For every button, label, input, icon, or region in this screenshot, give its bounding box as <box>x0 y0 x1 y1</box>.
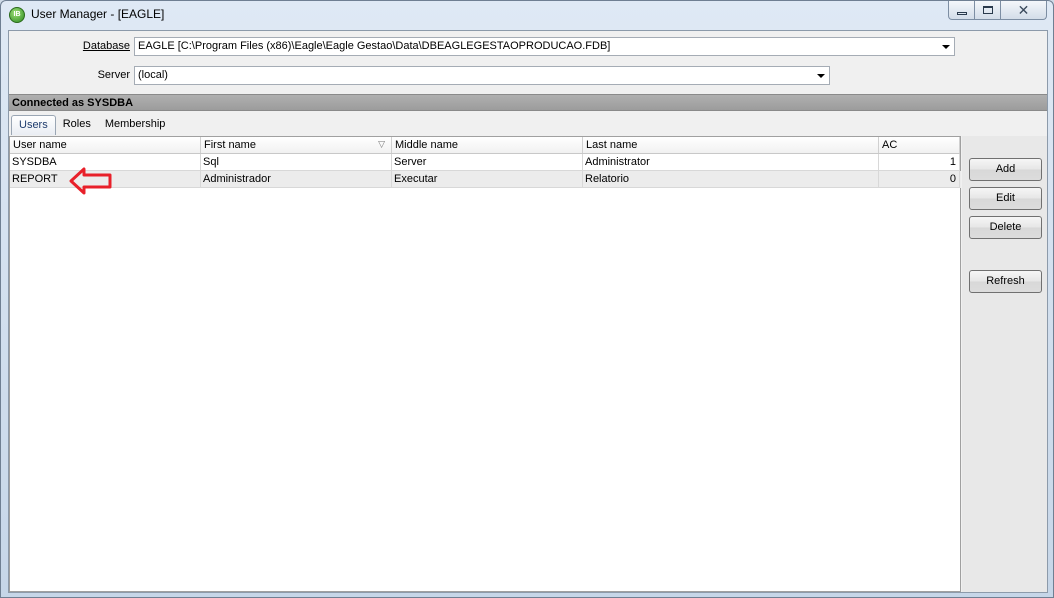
minimize-button[interactable] <box>948 1 975 20</box>
cell-ac: 0 <box>879 171 960 188</box>
cell-first-name: Administrador <box>201 171 392 188</box>
minimize-icon <box>956 11 967 15</box>
cell-first-name: Sql <box>201 154 392 171</box>
database-value: EAGLE [C:\Program Files (x86)\Eagle\Eagl… <box>138 40 611 52</box>
app-icon: IB <box>9 7 25 23</box>
maximize-button[interactable] <box>975 1 1001 20</box>
table-row[interactable]: REPORT Administrador Executar Relatorio … <box>10 171 961 188</box>
grid-header: User name First name ▽ Middle name Last … <box>10 137 960 154</box>
column-header-ac[interactable]: AC <box>879 137 960 153</box>
cell-last-name: Relatorio <box>583 171 879 188</box>
window-title: User Manager - [EAGLE] <box>31 7 165 21</box>
maximize-icon <box>982 6 993 14</box>
add-button[interactable]: Add <box>969 158 1042 181</box>
column-header-first-name-label: First name <box>204 139 256 151</box>
server-label: Server <box>97 69 130 81</box>
delete-button[interactable]: Delete <box>969 216 1042 239</box>
tab-roles[interactable]: Roles <box>56 115 98 135</box>
cell-middle-name: Server <box>392 154 583 171</box>
user-manager-window: IB User Manager - [EAGLE] ✕ Database EAG… <box>0 0 1054 598</box>
tab-strip: Users Roles Membership <box>11 115 172 135</box>
action-panel: Add Edit Delete Refresh <box>962 136 1047 592</box>
sort-icon: ▽ <box>378 139 385 149</box>
cell-ac: 1 <box>879 154 960 171</box>
database-select[interactable]: EAGLE [C:\Program Files (x86)\Eagle\Eagl… <box>134 37 955 56</box>
chevron-down-icon[interactable] <box>938 39 953 54</box>
cell-last-name: Administrator <box>583 154 879 171</box>
title-bar[interactable]: IB User Manager - [EAGLE] ✕ <box>1 1 1053 29</box>
column-header-user-name[interactable]: User name <box>10 137 201 153</box>
window-controls: ✕ <box>948 1 1047 21</box>
client-area: Database EAGLE [C:\Program Files (x86)\E… <box>8 30 1048 593</box>
close-button[interactable]: ✕ <box>1001 1 1047 20</box>
edit-button[interactable]: Edit <box>969 187 1042 210</box>
chevron-down-icon[interactable] <box>813 68 828 83</box>
tab-membership[interactable]: Membership <box>98 115 173 135</box>
column-header-first-name[interactable]: First name ▽ <box>201 137 392 153</box>
server-value: (local) <box>138 69 168 81</box>
column-header-last-name[interactable]: Last name <box>583 137 879 153</box>
column-header-middle-name[interactable]: Middle name <box>392 137 583 153</box>
server-select[interactable]: (local) <box>134 66 830 85</box>
database-label: Database <box>82 40 130 52</box>
refresh-button[interactable]: Refresh <box>969 270 1042 293</box>
users-grid[interactable]: User name First name ▽ Middle name Last … <box>9 136 961 592</box>
red-arrow-annotation-icon <box>69 167 112 195</box>
close-icon: ✕ <box>1017 2 1030 18</box>
connection-status-bar: Connected as SYSDBA <box>9 94 1047 111</box>
cell-middle-name: Executar <box>392 171 583 188</box>
table-row[interactable]: SYSDBA Sql Server Administrator 1 <box>10 154 961 171</box>
tab-users[interactable]: Users <box>11 115 56 135</box>
